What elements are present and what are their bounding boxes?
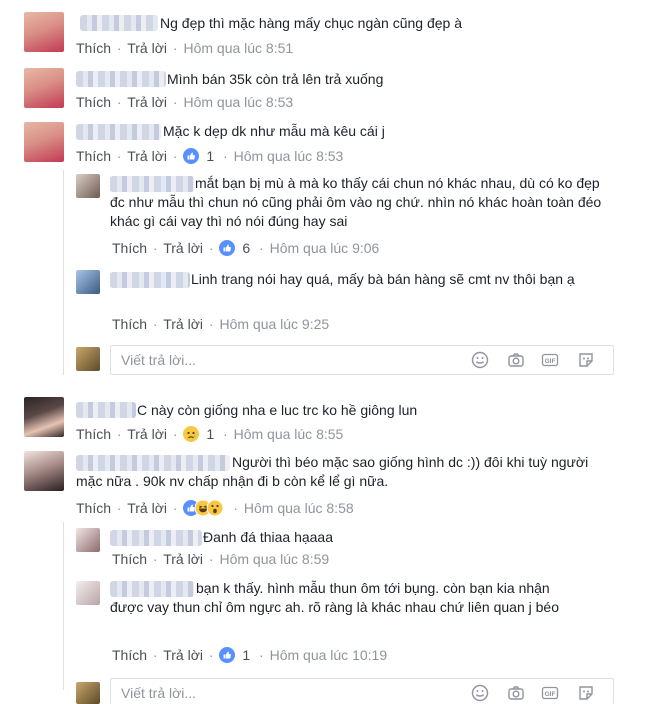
timestamp[interactable]: Hôm qua lúc 8:59 [219, 551, 329, 567]
reply-input[interactable] [119, 684, 423, 702]
reply-input[interactable] [119, 351, 423, 369]
camera-icon[interactable] [507, 684, 525, 702]
timestamp[interactable]: Hôm qua lúc 8:58 [244, 500, 354, 516]
reply-link[interactable]: Trả lời [127, 40, 167, 56]
comment-actions: Thích · Trả lời · 6 · Hôm qua lúc 9:06 [112, 240, 380, 256]
comment-text: bạn k thấy. hình mẫu thun ôm tới bụng. c… [110, 580, 560, 615]
comment-actions: Thích · Trả lời · 1 · Hôm qua lúc 10:19 [112, 647, 388, 663]
emoji-icon[interactable] [471, 351, 489, 369]
reply-input-box[interactable]: GIF [110, 678, 614, 704]
avatar[interactable] [24, 122, 64, 162]
timestamp[interactable]: Hôm qua lúc 8:51 [183, 40, 293, 56]
reply-input-box[interactable]: GIF [110, 345, 614, 375]
my-avatar [76, 347, 100, 371]
reply-link[interactable]: Trả lời [163, 647, 203, 663]
like-link[interactable]: Thích [112, 316, 147, 332]
gif-icon[interactable]: GIF [541, 351, 559, 369]
blurred-name [80, 15, 158, 31]
reaction-count[interactable]: 1 [203, 148, 217, 164]
like-link[interactable]: Thích [112, 240, 147, 256]
comment-text: mắt bạn bị mù à mà ko thấy cái chun nó k… [110, 175, 602, 229]
sad-reaction-icon[interactable] [183, 426, 200, 442]
avatar[interactable] [76, 174, 100, 198]
comment-actions: Thích · Trả lời · 1 · Hôm qua lúc 8:53 [76, 148, 344, 164]
emoji-icon[interactable] [471, 684, 489, 702]
comment-text: Đanh đá thiaa hạaaa [203, 529, 333, 545]
comment-text: Ng đẹp thì mặc hàng mấy chục ngàn cũng đ… [160, 15, 462, 31]
blurred-name [76, 124, 161, 140]
like-reaction-icon[interactable] [219, 240, 236, 256]
like-link[interactable]: Thích [112, 647, 147, 663]
like-reaction-icon[interactable] [219, 647, 236, 663]
avatar[interactable] [76, 528, 100, 552]
timestamp[interactable]: Hôm qua lúc 9:25 [219, 316, 329, 332]
wow-reaction-icon [207, 500, 224, 516]
timestamp[interactable]: Hôm qua lúc 10:19 [270, 647, 388, 663]
reaction-count[interactable]: 1 [239, 647, 253, 663]
reply-link[interactable]: Trả lời [163, 551, 203, 567]
timestamp[interactable]: Hôm qua lúc 8:53 [234, 148, 344, 164]
comment-text: Người thì béo mặc sao giống hình dc :)) … [76, 454, 589, 489]
timestamp[interactable]: Hôm qua lúc 8:53 [183, 94, 293, 110]
reaction-icons[interactable] [183, 500, 227, 516]
thread-line [63, 170, 64, 375]
my-avatar [76, 682, 100, 704]
reply-link[interactable]: Trả lời [127, 94, 167, 110]
comment-actions: Thích · Trả lời · Hôm qua lúc 8:59 [112, 551, 330, 567]
like-link[interactable]: Thích [76, 500, 111, 516]
reply-link[interactable]: Trả lời [127, 426, 167, 442]
blurred-name [110, 530, 202, 546]
avatar[interactable] [24, 68, 64, 108]
thread-line [63, 522, 64, 690]
blurred-name [76, 71, 166, 87]
comment-actions: Thích · Trả lời · Hôm qua lúc 8:53 [76, 94, 294, 110]
reply-link[interactable]: Trả lời [163, 316, 203, 332]
gif-icon[interactable]: GIF [541, 684, 559, 702]
like-link[interactable]: Thích [76, 40, 111, 56]
like-link[interactable]: Thích [76, 426, 111, 442]
reply-link[interactable]: Trả lời [127, 148, 167, 164]
like-link[interactable]: Thích [76, 94, 111, 110]
comment-actions: Thích · Trả lời · 1 · Hôm qua lúc 8:55 [76, 426, 344, 442]
timestamp[interactable]: Hôm qua lúc 9:06 [270, 240, 380, 256]
avatar[interactable] [24, 12, 64, 52]
comment-actions: Thích · Trả lời · · Hôm qua lúc 8:58 [76, 500, 354, 516]
comment-text: C này còn giống nha e luc trc ko hề giôn… [137, 402, 418, 418]
comment-text: Linh trang nói hay quá, mấy bà bán hàng … [191, 271, 575, 287]
avatar[interactable] [76, 581, 100, 605]
timestamp[interactable]: Hôm qua lúc 8:55 [234, 426, 344, 442]
svg-text:GIF: GIF [545, 691, 556, 698]
avatar[interactable] [24, 397, 64, 437]
reply-link[interactable]: Trả lời [163, 240, 203, 256]
comment-text: Mặc k dẹp dk như mẫu mà kêu cái j [163, 123, 385, 139]
avatar[interactable] [24, 451, 64, 491]
like-link[interactable]: Thích [112, 551, 147, 567]
reaction-count[interactable]: 6 [239, 240, 253, 256]
avatar[interactable] [76, 270, 100, 294]
comment-actions: Thích · Trả lời · Hôm qua lúc 8:51 [76, 40, 294, 56]
like-reaction-icon[interactable] [183, 148, 200, 164]
reaction-count[interactable]: 1 [203, 426, 217, 442]
comment-actions: Thích · Trả lời · Hôm qua lúc 9:25 [112, 316, 330, 332]
svg-text:GIF: GIF [545, 358, 556, 365]
sticker-icon[interactable] [577, 351, 595, 369]
camera-icon[interactable] [507, 351, 525, 369]
like-link[interactable]: Thích [76, 148, 111, 164]
sticker-icon[interactable] [577, 684, 595, 702]
reply-link[interactable]: Trả lời [127, 500, 167, 516]
blurred-name [76, 402, 136, 418]
comment-text: Mình bán 35k còn trả lên trả xuống [167, 71, 384, 87]
